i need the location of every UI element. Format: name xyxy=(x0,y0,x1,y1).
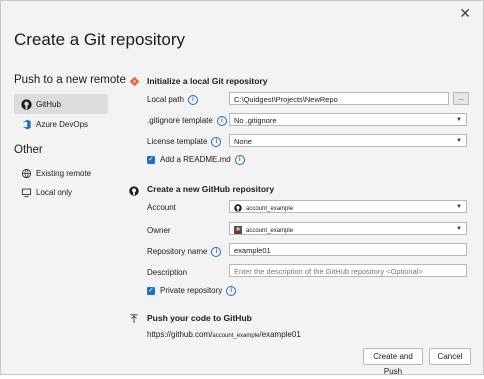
push-to-remote-header: Push to a new remote xyxy=(14,74,126,86)
info-icon: i xyxy=(211,247,222,257)
repo-name-input[interactable]: example01 xyxy=(229,243,467,256)
push-arrow-icon xyxy=(129,311,139,329)
sidebar-item-local-only[interactable]: Local only xyxy=(14,182,108,202)
readme-label-row: Add a README.md i xyxy=(160,155,245,165)
info-icon: i xyxy=(226,286,237,296)
push-url-suffix: /example01 xyxy=(259,330,301,339)
sidebar-item-existing-remote[interactable]: Existing remote xyxy=(14,163,108,183)
account-value: account_example xyxy=(246,206,294,212)
owner-label: Owner xyxy=(147,226,171,235)
git-repo-icon xyxy=(129,74,140,92)
info-icon: i xyxy=(211,137,222,147)
create-and-push-button[interactable]: Create and Push xyxy=(363,348,423,376)
local-path-label-row: Local path i xyxy=(147,95,198,105)
browse-button[interactable]: ... xyxy=(453,92,469,105)
sidebar-item-azure-devops[interactable]: Azure DevOps xyxy=(14,114,108,134)
local-path-label: Local path xyxy=(147,95,184,105)
private-repo-label-row: Private repository i xyxy=(160,286,237,296)
local-icon xyxy=(20,186,32,198)
chevron-down-icon: ▼ xyxy=(456,138,462,144)
license-select[interactable]: None ▼ xyxy=(229,134,467,147)
account-label: Account xyxy=(147,203,176,212)
readme-label: Add a README.md xyxy=(160,155,231,165)
azure-devops-icon xyxy=(20,118,32,130)
gitignore-select[interactable]: No .gitignore ▼ xyxy=(229,113,467,126)
dialog-title: Create a Git repository xyxy=(14,30,186,49)
local-repo-header: Initialize a local Git repository xyxy=(147,76,268,86)
private-repo-checkbox[interactable]: ✓ xyxy=(147,287,155,295)
license-label-row: License template i xyxy=(147,137,222,147)
remote-icon xyxy=(20,167,32,179)
chevron-down-icon: ▼ xyxy=(456,117,462,123)
sidebar-item-label: Local only xyxy=(36,187,73,197)
owner-select[interactable]: account_example ▼ xyxy=(229,222,467,235)
account-select[interactable]: account_example ▼ xyxy=(229,200,467,213)
private-repo-label: Private repository xyxy=(160,286,223,296)
repo-name-label-row: Repository name i xyxy=(147,247,222,257)
push-url-account: account_example xyxy=(212,333,260,339)
github-icon xyxy=(20,98,32,110)
info-icon: i xyxy=(234,155,245,165)
close-icon[interactable]: ✕ xyxy=(459,5,471,22)
owner-value: account_example xyxy=(246,228,294,234)
other-header: Other xyxy=(14,144,43,156)
github-icon xyxy=(234,203,242,212)
local-path-input[interactable]: C:\Quidgest\Projects\NewRepo xyxy=(229,92,449,105)
readme-checkbox[interactable]: ✓ xyxy=(147,156,155,164)
sidebar-item-label: Existing remote xyxy=(36,168,92,178)
gitignore-label-row: .gitignore template i xyxy=(147,116,227,126)
info-icon: i xyxy=(216,116,227,126)
create-git-repository-dialog: ✕ Create a Git repository Push to a new … xyxy=(0,0,484,376)
sidebar-item-label: Azure DevOps xyxy=(36,119,89,129)
avatar xyxy=(234,225,242,234)
push-url-prefix: https://github.com/ xyxy=(147,330,213,339)
gitignore-label: .gitignore template xyxy=(147,116,213,126)
info-icon: i xyxy=(187,95,198,105)
sidebar-item-github[interactable]: GitHub xyxy=(14,94,108,114)
description-input[interactable]: Enter the description of the GitHub repo… xyxy=(229,264,467,277)
license-value: None xyxy=(234,137,252,146)
push-url: https://github.com/account_example/examp… xyxy=(147,330,301,339)
sidebar-item-label: GitHub xyxy=(36,99,61,109)
license-label: License template xyxy=(147,137,208,147)
chevron-down-icon: ▼ xyxy=(456,226,462,232)
github-repo-header: Create a new GitHub repository xyxy=(147,184,275,194)
chevron-down-icon: ▼ xyxy=(456,204,462,210)
repo-name-label: Repository name xyxy=(147,247,208,257)
github-icon xyxy=(129,183,139,201)
cancel-button[interactable]: Cancel xyxy=(429,348,471,365)
description-label: Description xyxy=(147,268,188,277)
push-header: Push your code to GitHub xyxy=(147,313,252,323)
gitignore-value: No .gitignore xyxy=(234,116,277,125)
